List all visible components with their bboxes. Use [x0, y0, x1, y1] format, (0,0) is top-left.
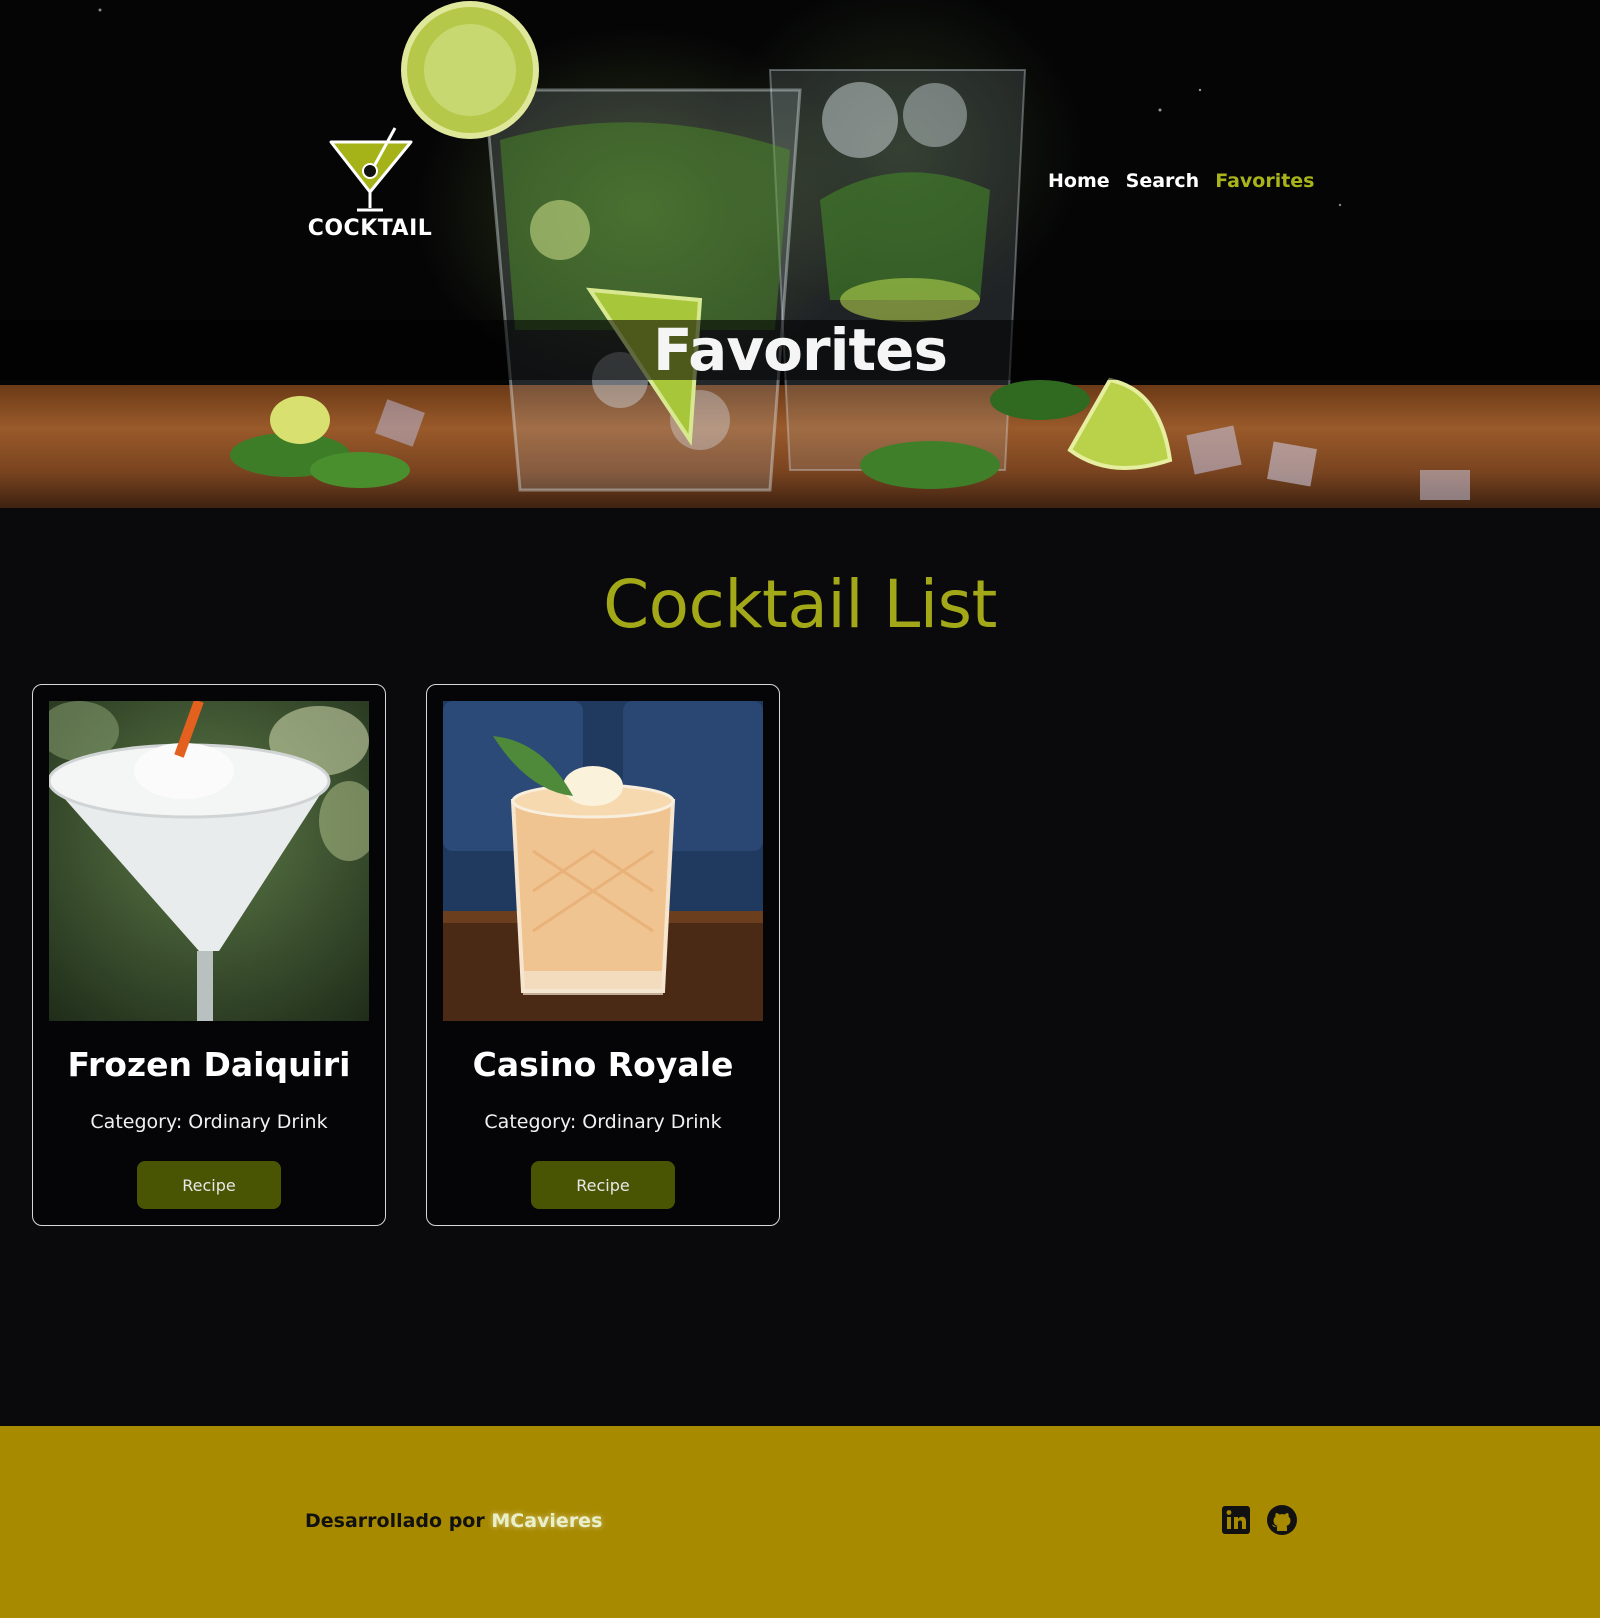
footer-credit: Desarrollado por MCavieres — [305, 1510, 602, 1532]
footer: Desarrollado por MCavieres — [0, 1426, 1600, 1618]
nav-home[interactable]: Home — [1048, 170, 1110, 192]
github-icon[interactable] — [1266, 1504, 1298, 1536]
recipe-button[interactable]: Recipe — [137, 1161, 281, 1209]
hero-banner: COCKTAIL Home Search Favorites Favorites — [0, 0, 1600, 508]
cocktail-name: Frozen Daiquiri — [67, 1045, 351, 1084]
page-title: Favorites — [652, 316, 948, 384]
recipe-button[interactable]: Recipe — [531, 1161, 675, 1209]
frozen-daiquiri-photo — [49, 701, 369, 1021]
logo-text: COCKTAIL — [307, 216, 433, 241]
social-links — [1220, 1504, 1298, 1536]
cocktail-category: Category: Ordinary Drink — [484, 1111, 722, 1133]
cocktail-card: Frozen Daiquiri Category: Ordinary Drink… — [32, 684, 386, 1226]
linkedin-icon[interactable] — [1220, 1504, 1252, 1536]
cocktail-card: Casino Royale Category: Ordinary Drink R… — [426, 684, 780, 1226]
site-logo[interactable]: COCKTAIL — [300, 126, 440, 241]
casino-royale-photo — [443, 701, 763, 1021]
cocktail-name: Casino Royale — [472, 1045, 734, 1084]
section-title: Cocktail List — [603, 566, 997, 643]
cocktail-category: Category: Ordinary Drink — [90, 1111, 328, 1133]
credit-prefix: Desarrollado por — [305, 1510, 485, 1532]
martini-glass-icon — [329, 127, 413, 212]
nav-favorites[interactable]: Favorites — [1215, 170, 1314, 192]
hero-mojito-illustration — [98, 1, 1470, 500]
nav-search[interactable]: Search — [1126, 170, 1200, 192]
main-nav: Home Search Favorites — [1048, 170, 1315, 192]
author-link[interactable]: MCavieres — [491, 1510, 602, 1532]
